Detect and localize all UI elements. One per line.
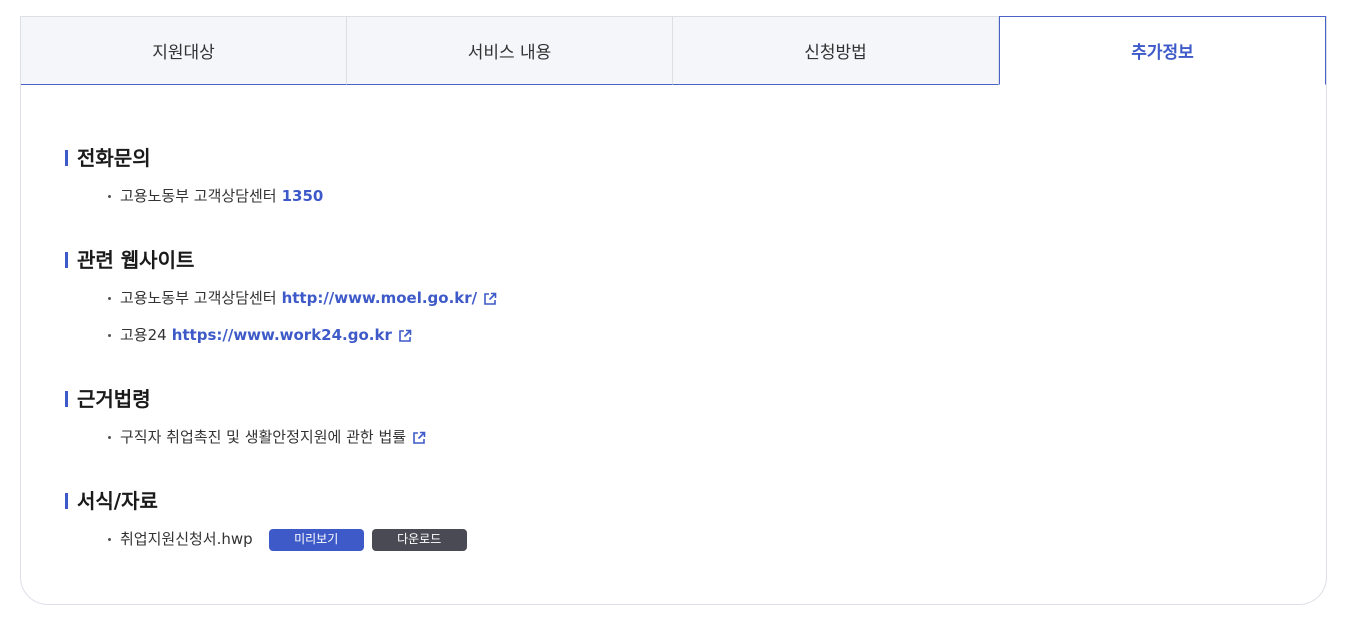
section-laws: 근거법령 구직자 취업촉진 및 생활안정지원에 관한 법률 <box>65 386 1282 456</box>
phone-label: 고용노동부 고객상담센터 <box>120 187 277 205</box>
section-title-phone: 전화문의 <box>65 145 1282 171</box>
law-label[interactable]: 구직자 취업촉진 및 생활안정지원에 관한 법률 <box>120 419 406 456</box>
work24-link[interactable]: https://www.work24.go.kr <box>172 317 392 354</box>
preview-button[interactable]: 미리보기 <box>268 528 364 551</box>
tab-content: 전화문의 고용노동부 고객상담센터 1350 관련 웹사이트 고용노동부 고객상… <box>65 145 1282 558</box>
section-websites: 관련 웹사이트 고용노동부 고객상담센터 http://www.moel.go.… <box>65 247 1282 354</box>
list-item: 취업지원신청서.hwp 미리보기 다운로드 <box>65 521 1282 558</box>
external-link-icon[interactable] <box>483 292 497 306</box>
website-label: 고용24 <box>120 326 167 344</box>
list-item: 구직자 취업촉진 및 생활안정지원에 관한 법률 <box>65 419 1282 456</box>
download-button[interactable]: 다운로드 <box>371 528 467 551</box>
tab-bar: 지원대상 서비스 내용 신청방법 추가정보 <box>21 16 1326 85</box>
external-link-icon[interactable] <box>398 329 412 343</box>
form-filename: 취업지원신청서.hwp <box>120 530 253 548</box>
section-title-laws: 근거법령 <box>65 386 1282 412</box>
list-item: 고용노동부 고객상담센터 1350 <box>65 178 1282 215</box>
tab-additional-info[interactable]: 추가정보 <box>999 16 1326 85</box>
tab-how-to-apply[interactable]: 신청방법 <box>673 17 999 85</box>
section-phone: 전화문의 고용노동부 고객상담센터 1350 <box>65 145 1282 215</box>
tab-service-details[interactable]: 서비스 내용 <box>347 17 673 85</box>
website-label: 고용노동부 고객상담센터 <box>120 289 277 307</box>
tab-eligibility[interactable]: 지원대상 <box>21 17 347 85</box>
section-title-forms: 서식/자료 <box>65 488 1282 514</box>
moel-link[interactable]: http://www.moel.go.kr/ <box>282 280 478 317</box>
list-item: 고용24 https://www.work24.go.kr <box>65 317 1282 354</box>
info-panel: 지원대상 서비스 내용 신청방법 추가정보 전화문의 고용노동부 고객상담센터 … <box>20 16 1327 605</box>
external-link-icon[interactable] <box>412 431 426 445</box>
list-item: 고용노동부 고객상담센터 http://www.moel.go.kr/ <box>65 280 1282 317</box>
section-forms: 서식/자료 취업지원신청서.hwp 미리보기 다운로드 <box>65 488 1282 558</box>
section-title-websites: 관련 웹사이트 <box>65 247 1282 273</box>
phone-number: 1350 <box>281 187 324 205</box>
